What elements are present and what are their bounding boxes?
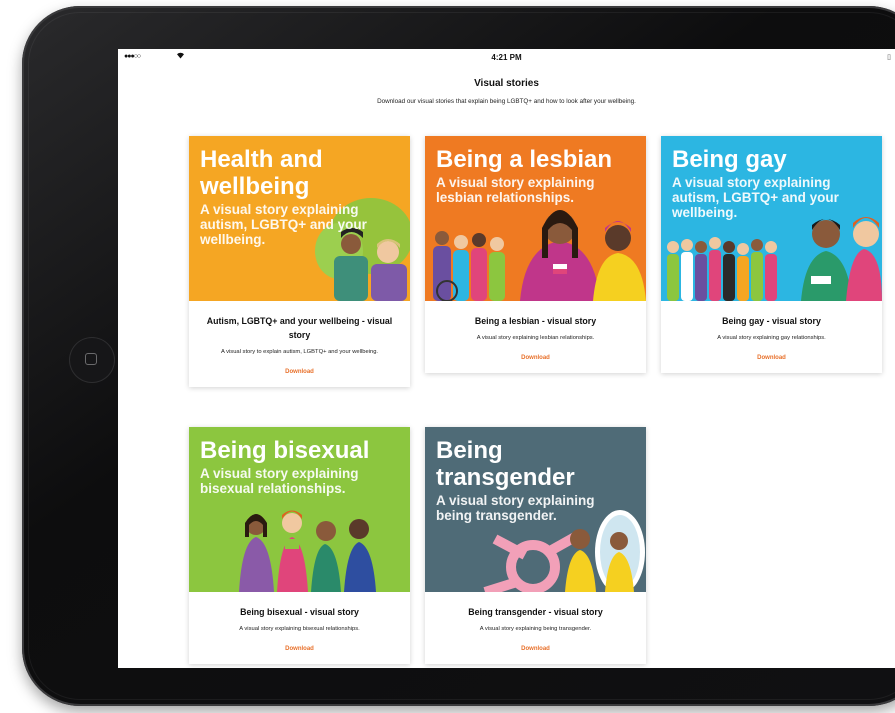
card-title: Being a lesbian - visual story [474,316,597,326]
card-body: Being bisexual - visual story A visual s… [189,592,410,664]
status-bar: ●●●○○ 4:21 PM ▯ [118,49,895,67]
app-screen: ●●●○○ 4:21 PM ▯ Visual stories Download … [118,49,895,668]
story-card-transgender[interactable]: Being transgender A visual story explain… [425,427,646,664]
card-description: A visual story explaining being transgen… [479,626,592,632]
card-body: Autism, LGBTQ+ and your wellbeing - visu… [189,301,410,387]
banner-title: Being gay A visual story explaining auti… [672,146,874,220]
banner-title: Health and wellbeing A visual story expl… [200,146,402,247]
card-banner: Being transgender A visual story explain… [425,427,646,592]
download-link[interactable]: Download [435,355,636,361]
card-title: Being transgender - visual story [468,607,603,617]
banner-subtitle: A visual story explaining bisexual relat… [200,466,359,496]
story-card-health[interactable]: Health and wellbeing A visual story expl… [189,136,410,387]
card-banner: Being a lesbian A visual story explainin… [425,136,646,301]
page-title: Visual stories [474,78,539,89]
download-link[interactable]: Download [199,646,400,652]
banner-subtitle: A visual story explaining lesbian relati… [436,175,595,205]
card-title: Being gay - visual story [722,316,821,326]
card-banner: Health and wellbeing A visual story expl… [189,136,410,301]
status-time: 4:21 PM [491,53,522,62]
banner-subtitle: A visual story explaining autism, LGBTQ+… [672,175,839,220]
banner-subtitle: A visual story explaining autism, LGBTQ+… [200,202,367,247]
card-banner: Being bisexual A visual story explaining… [189,427,410,592]
card-title: Being bisexual - visual story [240,607,359,617]
page-subtitle: Download our visual stories that explain… [377,98,636,105]
home-square-icon [85,353,97,365]
download-link[interactable]: Download [671,355,872,361]
story-card-lesbian[interactable]: Being a lesbian A visual story explainin… [425,136,646,373]
card-body: Being gay - visual story A visual story … [661,301,882,373]
banner-title: Being bisexual A visual story explaining… [200,437,402,496]
banner-title: Being transgender A visual story explain… [436,437,638,523]
card-title: Autism, LGBTQ+ and your wellbeing - visu… [206,316,393,340]
card-description: A visual story explaining gay relationsh… [717,335,826,341]
card-banner: Being gay A visual story explaining auti… [661,136,882,301]
download-link[interactable]: Download [199,369,400,375]
story-card-gay[interactable]: Being gay A visual story explaining auti… [661,136,882,373]
card-description: A visual story explaining bisexual relat… [239,626,360,632]
card-body: Being a lesbian - visual story A visual … [425,301,646,373]
story-card-bisexual[interactable]: Being bisexual A visual story explaining… [189,427,410,664]
home-button[interactable] [69,337,115,383]
download-link[interactable]: Download [435,646,636,652]
card-description: A visual story to explain autism, LGBTQ+… [220,349,379,355]
banner-title: Being a lesbian A visual story explainin… [436,146,638,205]
banner-subtitle: A visual story explaining being transgen… [436,493,595,523]
card-description: A visual story explaining lesbian relati… [476,335,595,341]
battery-icon: ▯ [887,54,891,61]
card-body: Being transgender - visual story A visua… [425,592,646,664]
